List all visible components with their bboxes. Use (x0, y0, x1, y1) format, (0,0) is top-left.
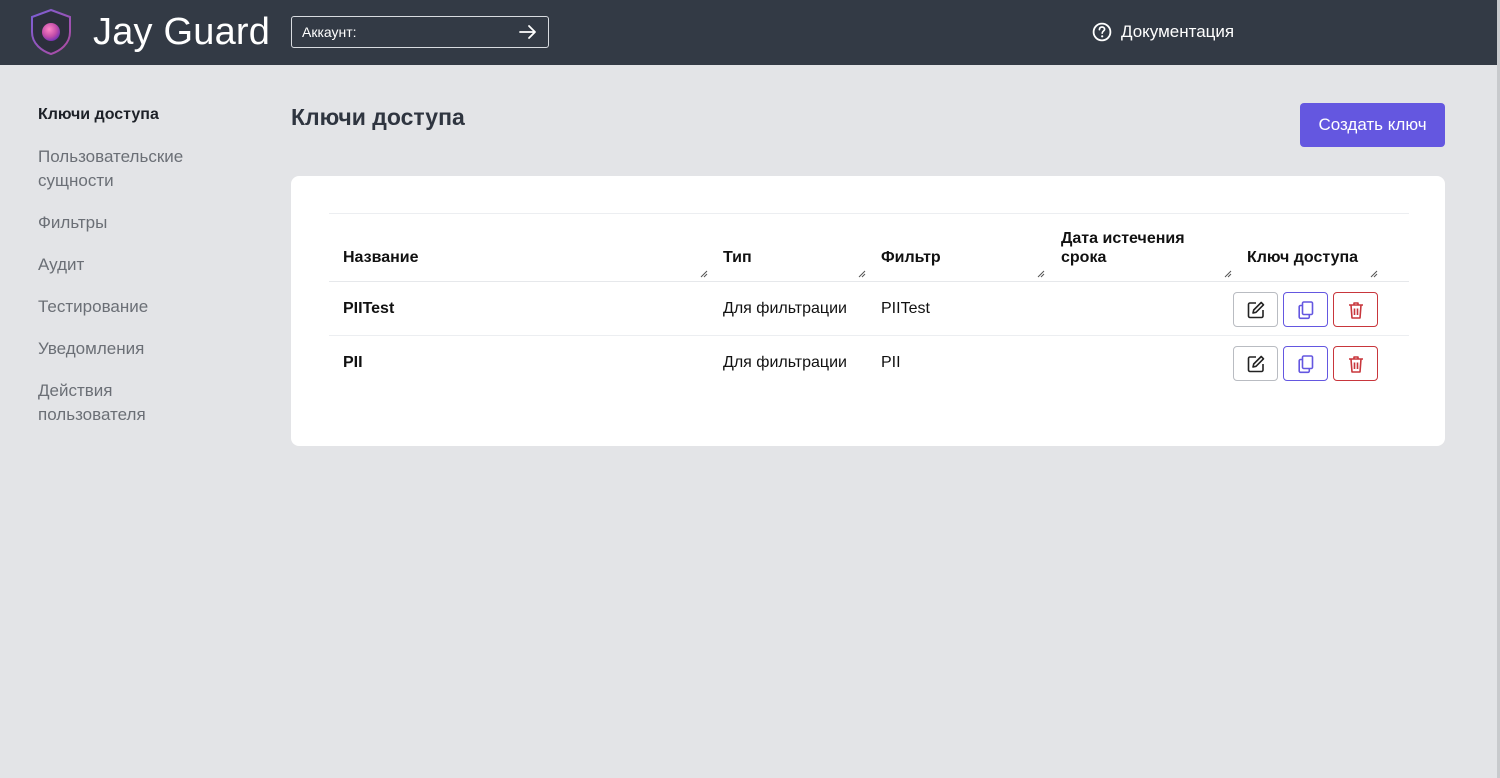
sidebar-item-user-actions[interactable]: Действия пользователя (38, 379, 168, 427)
copy-key-button[interactable] (1283, 292, 1328, 327)
docs-link[interactable]: Документация (1092, 21, 1234, 43)
delete-button[interactable] (1333, 292, 1378, 327)
account-label: Аккаунт: (302, 24, 357, 40)
top-bar: Jay Guard Аккаунт: Документация (0, 0, 1497, 65)
delete-button[interactable] (1333, 346, 1378, 381)
key-type: Для фильтрации (723, 354, 847, 371)
resize-grip-icon[interactable] (700, 270, 708, 278)
account-field[interactable]: Аккаунт: (291, 16, 549, 48)
help-circle-icon (1092, 22, 1112, 42)
page-title: Ключи доступа (291, 104, 465, 130)
docs-label: Документация (1121, 22, 1235, 41)
keys-card: Название Тип Фильтр Дата истечения срока… (291, 176, 1445, 446)
table-header: Название Тип Фильтр Дата истечения срока… (329, 214, 1409, 282)
sidebar-item-testing[interactable]: Тестирование (38, 295, 238, 319)
key-filter: PIITest (881, 300, 930, 317)
arrow-right-icon[interactable] (518, 22, 538, 42)
keys-table: Название Тип Фильтр Дата истечения срока… (329, 213, 1409, 390)
edit-icon (1247, 355, 1264, 372)
sidebar-item-notifications[interactable]: Уведомления (38, 337, 238, 361)
column-header-name[interactable]: Название (343, 214, 703, 281)
edit-button[interactable] (1233, 292, 1278, 327)
sidebar: Ключи доступа Пользовательские сущности … (38, 103, 238, 445)
edit-button[interactable] (1233, 346, 1278, 381)
column-header-filter[interactable]: Фильтр (881, 214, 1031, 281)
resize-grip-icon[interactable] (1370, 270, 1378, 278)
sidebar-item-custom-entities[interactable]: Пользовательские сущности (38, 145, 198, 193)
sidebar-item-filters[interactable]: Фильтры (38, 211, 238, 235)
copy-key-button[interactable] (1283, 346, 1328, 381)
trash-icon (1348, 355, 1363, 373)
column-header-type[interactable]: Тип (723, 214, 853, 281)
table-row: PIITest Для фильтрации PIITest (329, 282, 1409, 336)
edit-icon (1247, 301, 1264, 318)
shield-logo-icon[interactable] (28, 8, 74, 56)
sidebar-item-access-keys[interactable]: Ключи доступа (38, 103, 238, 127)
key-type: Для фильтрации (723, 300, 847, 317)
key-name: PII (343, 354, 363, 371)
create-key-button[interactable]: Создать ключ (1300, 103, 1445, 147)
column-header-expiry[interactable]: Дата истечения срока (1061, 214, 1201, 281)
resize-grip-icon[interactable] (858, 270, 866, 278)
app-title: Jay Guard (93, 11, 271, 53)
copy-icon (1297, 300, 1313, 319)
trash-icon (1348, 301, 1363, 319)
resize-grip-icon[interactable] (1224, 270, 1232, 278)
table-row: PII Для фильтрации PII (329, 336, 1409, 390)
column-header-access-key[interactable]: Ключ доступа (1247, 214, 1387, 281)
copy-icon (1297, 354, 1313, 373)
key-filter: PII (881, 354, 901, 371)
sidebar-item-audit[interactable]: Аудит (38, 253, 238, 277)
key-name: PIITest (343, 300, 395, 317)
resize-grip-icon[interactable] (1037, 270, 1045, 278)
